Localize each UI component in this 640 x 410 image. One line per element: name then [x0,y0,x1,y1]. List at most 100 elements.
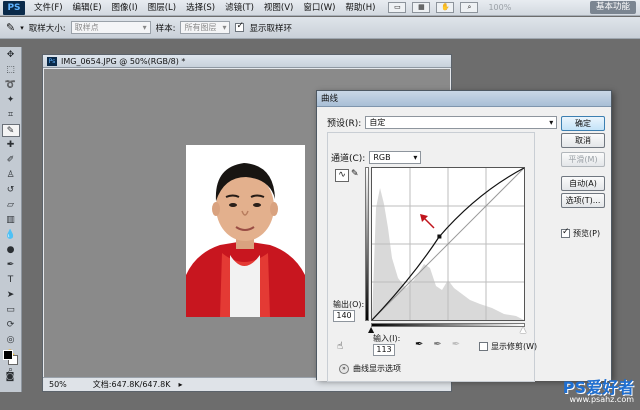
dialog-title: 曲线 [317,91,611,107]
options-button[interactable]: 选项(T)... [561,193,605,208]
output-gradient-bar [365,167,369,321]
quick-select-tool-icon[interactable]: ✦ [2,94,20,107]
dodge-tool-icon[interactable]: ● [2,244,20,257]
preset-row: 预设(R): 自定 ▾ ☰ [327,116,569,129]
expand-chevron-icon: » [339,363,349,374]
pencil-draw-tool-icon[interactable]: ✎ [351,169,359,179]
preview-row: 预览(P) [561,227,601,239]
menu-layer[interactable]: 图层(L) [143,0,181,16]
zoom-level[interactable]: 100% [488,3,511,12]
sample-size-label: 取样大小: [28,23,66,34]
sample-select[interactable]: 所有图层 ▾ [180,21,231,34]
ok-button[interactable]: 确定 [561,116,605,131]
sample-size-select[interactable]: 取样点 ▾ [70,21,151,34]
chevron-down-icon: ▾ [222,23,227,32]
clipping-row: 显示修剪(W) [479,341,537,352]
zoom-tool-icon[interactable]: ⌕ [460,2,479,13]
preview-label: 预览(P) [573,229,601,238]
input-label: 输入(I): [373,334,401,343]
menu-window[interactable]: 窗口(W) [298,0,340,16]
channel-row: 通道(C): RGB ▾ [331,151,422,164]
menu-help[interactable]: 帮助(H) [340,0,380,16]
white-point-slider-icon[interactable]: ▲ [520,325,526,334]
eyedropper-tool-icon[interactable]: ✎ [6,21,15,34]
preset-value: 自定 [369,118,386,127]
hand-tool-icon[interactable]: ✋ [436,2,455,13]
eyedropper-tool-icon[interactable]: ✎ [1,124,20,137]
shape-tool-icon[interactable]: ▭ [2,304,20,317]
document-size: 文档:647.8K/647.8K [92,380,171,389]
white-eyedropper-icon[interactable]: ✒ [452,339,460,350]
watermark-url: www.psahz.com [569,395,634,404]
smooth-button[interactable]: 平滑(M) [561,152,605,167]
crop-tool-icon[interactable]: ⌗ [2,109,20,122]
sample-size-value: 取样点 [74,23,99,32]
preset-select[interactable]: 自定 ▾ [365,116,558,129]
cancel-button[interactable]: 取消 [561,133,605,148]
tools-panel: ✥ ⬚ ➰ ✦ ⌗ ✎ ✚ ✐ ♙ ↺ ▱ ▥ 💧 ● ✒ T ➤ ▭ ⟳ ◎ … [0,47,22,392]
show-clipping-label: 显示修剪(W) [491,342,538,351]
screen-mode-icon[interactable]: ▭ [388,2,407,13]
curve-options-label: 曲线显示选项 [353,364,401,373]
document-tab[interactable]: Ps IMG_0654.JPG @ 50%(RGB/8) * [43,55,451,68]
blur-tool-icon[interactable]: 💧 [2,229,20,242]
document-zoom[interactable]: 50% [49,380,67,389]
channel-select[interactable]: RGB ▾ [369,151,422,164]
output-label: 输出(O): [333,300,365,309]
auto-button[interactable]: 自动(A) [561,176,605,191]
sample-value: 所有图层 [184,23,217,32]
menu-file[interactable]: 文件(F) [29,0,68,16]
dialog-body: 预设(R): 自定 ▾ ☰ 通道(C): RGB ▾ ∿ ✎ [317,107,611,382]
document-ps-icon: Ps [47,56,57,66]
menu-edit[interactable]: 编辑(E) [68,0,107,16]
gray-eyedropper-icon[interactable]: ✒ [433,339,441,350]
input-gradient-bar [371,323,525,327]
pen-tool-icon[interactable]: ✒ [2,259,20,272]
foreground-color-swatch[interactable] [3,350,13,360]
history-brush-tool-icon[interactable]: ↺ [2,184,20,197]
watermark-brand: PS爱好者 [562,378,634,397]
annotation-arrow [423,217,435,229]
curve-edit-tool-icon[interactable]: ∿ [335,169,349,182]
eyedropper-group: ✒ ✒ ✒ [415,339,460,350]
show-clipping-checkbox[interactable] [479,342,488,351]
tool-preset-dropdown-icon[interactable]: ▾ [20,24,24,32]
show-ring-checkbox[interactable] [235,21,245,32]
input-field[interactable]: 113 [373,344,395,356]
brush-tool-icon[interactable]: ✐ [2,154,20,167]
output-field[interactable]: 140 [333,310,355,322]
type-tool-icon[interactable]: T [2,274,20,287]
marquee-tool-icon[interactable]: ⬚ [2,64,20,77]
gradient-tool-icon[interactable]: ▥ [2,214,20,227]
menu-filter[interactable]: 滤镜(T) [220,0,259,16]
eraser-tool-icon[interactable]: ▱ [2,199,20,212]
path-select-tool-icon[interactable]: ➤ [2,289,20,302]
chevron-down-icon: ▾ [413,153,418,162]
workspace-switcher[interactable]: 基本功能 [589,1,636,14]
curve-display-options-toggle[interactable]: » 曲线显示选项 [339,363,401,374]
preset-label: 预设(R): [327,119,362,129]
target-adjust-tool-icon[interactable]: ☝ [337,341,343,352]
3d-orbit-tool-icon[interactable]: ◎ [2,334,20,347]
healing-brush-tool-icon[interactable]: ✚ [2,139,20,152]
quick-mask-icon[interactable]: ◙ [1,371,19,384]
sample-label: 样本: [155,23,176,34]
curve-graph[interactable] [371,167,525,321]
status-menu-arrow-icon[interactable]: ▸ [178,380,182,389]
curve-svg[interactable] [371,167,525,321]
arrange-documents-icon[interactable]: ▦ [412,2,431,13]
curve-control-point[interactable] [437,234,442,239]
menu-select[interactable]: 选择(S) [181,0,220,16]
move-tool-icon[interactable]: ✥ [2,49,20,62]
3d-rotate-tool-icon[interactable]: ⟳ [2,319,20,332]
menu-image[interactable]: 图像(I) [107,0,143,16]
photoshop-logo: PS [3,0,25,15]
clone-stamp-tool-icon[interactable]: ♙ [2,169,20,182]
menu-bar: PS 文件(F) 编辑(E) 图像(I) 图层(L) 选择(S) 滤镜(T) 视… [0,0,640,16]
lasso-tool-icon[interactable]: ➰ [2,79,20,92]
black-eyedropper-icon[interactable]: ✒ [415,339,423,350]
preview-checkbox[interactable] [561,227,570,238]
curves-dialog: 曲线 预设(R): 自定 ▾ ☰ 通道(C): RGB ▾ ∿ ✎ [316,90,612,382]
menu-view[interactable]: 视图(V) [259,0,298,16]
watermark: PS爱好者 www.psahz.com [563,380,634,404]
